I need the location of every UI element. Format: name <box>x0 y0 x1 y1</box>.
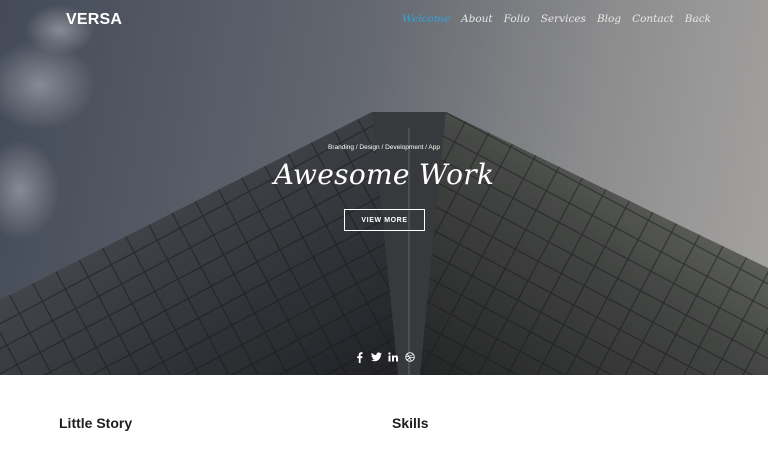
hero-headline: Awesome Work <box>273 158 495 191</box>
nav-item-contact[interactable]: Contact <box>632 13 674 25</box>
nav-item-about[interactable]: About <box>461 13 493 25</box>
view-more-button[interactable]: VIEW MORE <box>344 209 425 231</box>
twitter-icon[interactable] <box>370 351 382 363</box>
nav-item-blog[interactable]: Blog <box>597 13 621 25</box>
nav-item-folio[interactable]: Folio <box>504 13 530 25</box>
social-links <box>353 351 416 363</box>
hero-tagline: Branding / Design / Development / App <box>327 144 440 151</box>
skills-heading: Skills <box>392 415 429 431</box>
dribbble-icon[interactable] <box>404 351 416 363</box>
hero-section: VERSA Welcome About Folio Services Blog … <box>0 0 768 375</box>
site-logo[interactable]: VERSA <box>66 11 122 29</box>
nav-item-back[interactable]: Back <box>685 13 711 25</box>
nav-item-services[interactable]: Services <box>541 13 586 25</box>
facebook-icon[interactable] <box>353 351 365 363</box>
linkedin-icon[interactable] <box>387 351 399 363</box>
main-nav: Welcome About Folio Services Blog Contac… <box>391 13 711 25</box>
nav-item-welcome[interactable]: Welcome <box>402 13 450 25</box>
little-story-heading: Little Story <box>59 415 133 431</box>
